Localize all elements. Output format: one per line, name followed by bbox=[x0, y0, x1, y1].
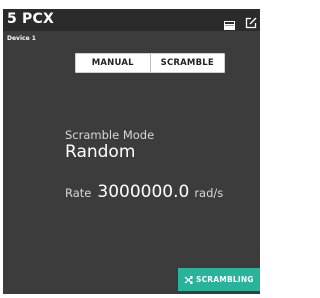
rate-label: Rate bbox=[65, 186, 92, 200]
mode-toggle: MANUAL SCRAMBLE bbox=[75, 53, 225, 73]
scramble-mode-value: Random bbox=[65, 142, 136, 162]
scramble-mode-label: Scramble Mode bbox=[65, 128, 155, 142]
edit-icon[interactable] bbox=[245, 14, 257, 29]
shuffle-icon bbox=[184, 275, 193, 284]
device-panel: 5 PCX Device 1 MANUAL SCRAMBLE Scramble … bbox=[3, 9, 260, 294]
scramble-mode-button[interactable]: SCRAMBLE bbox=[150, 54, 224, 72]
scrambling-status-button[interactable]: SCRAMBLING bbox=[178, 268, 260, 291]
manual-mode-button[interactable]: MANUAL bbox=[76, 54, 151, 72]
rate-unit: rad/s bbox=[194, 186, 224, 200]
rate-value: 3000000.0 bbox=[97, 182, 190, 202]
rate-row: Rate 3000000.0 rad/s bbox=[65, 182, 223, 202]
scrambling-status-label: SCRAMBLING bbox=[196, 275, 254, 284]
device-name: Device 1 bbox=[7, 35, 36, 42]
screen-icon[interactable] bbox=[224, 15, 235, 30]
panel-header: 5 PCX bbox=[3, 9, 260, 31]
panel-title: 5 PCX bbox=[7, 11, 54, 27]
